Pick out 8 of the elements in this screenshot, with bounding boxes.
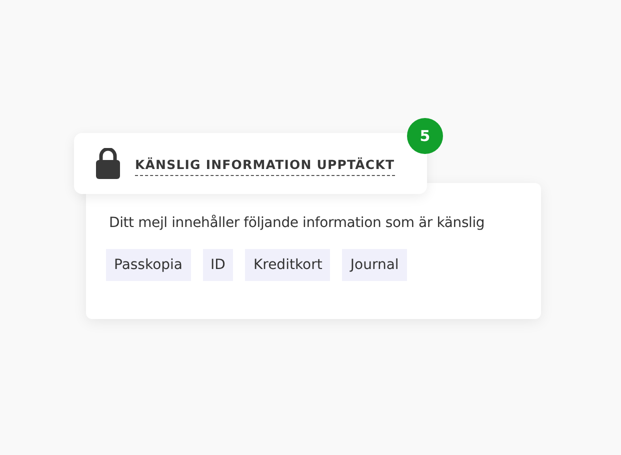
message-text: Ditt mejl innehåller följande information som är känslig — [109, 215, 486, 231]
alert-title: KÄNSLIG INFORMATION UPPTÄCKT — [135, 156, 395, 176]
info-tag: Journal — [342, 249, 407, 281]
info-tag: Passkopia — [106, 249, 191, 281]
info-tag: Kreditkort — [245, 249, 330, 281]
info-tag: ID — [202, 249, 234, 281]
lock-icon — [96, 148, 120, 179]
count-badge: 5 — [407, 118, 443, 154]
